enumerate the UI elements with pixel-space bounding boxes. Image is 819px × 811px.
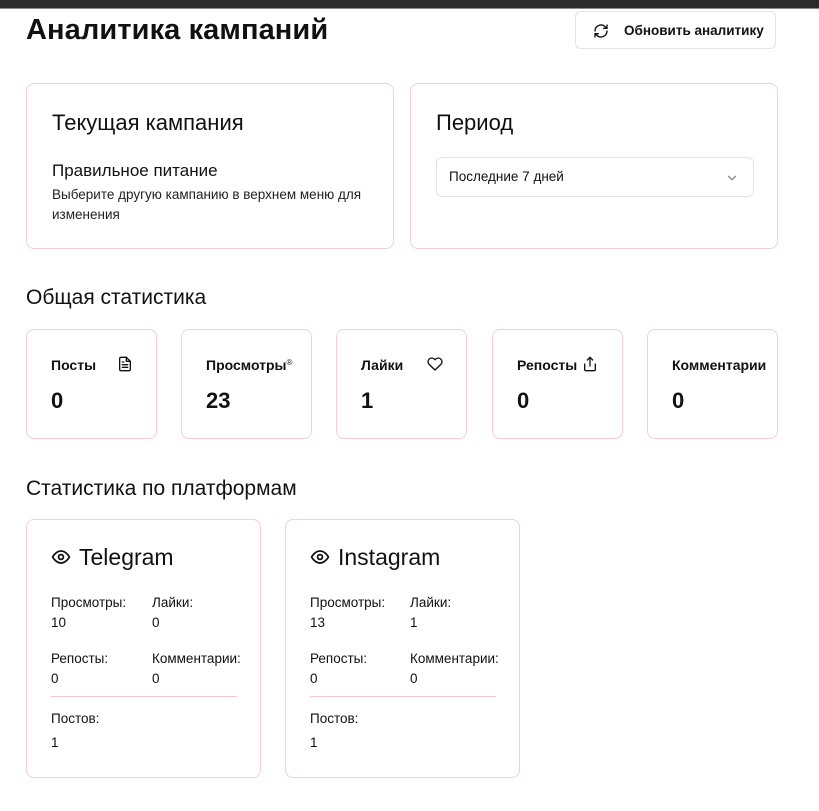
heart-icon: [427, 357, 443, 371]
reposts-value: 0: [51, 671, 59, 686]
likes-label: Лайки:: [152, 595, 194, 610]
comments-value: 0: [410, 671, 418, 686]
refresh-analytics-button[interactable]: Обновить аналитику: [575, 11, 776, 49]
divider: [310, 696, 496, 697]
current-campaign-heading: Текущая кампания: [52, 110, 244, 135]
period-select[interactable]: Последние 7 дней: [436, 157, 754, 197]
views-value: 13: [310, 615, 326, 630]
stat-value-likes: 1: [361, 388, 374, 413]
period-card: Период Последние 7 дней: [410, 83, 778, 249]
platform-card-telegram: Telegram Просмотры: 10 Лайки: 0 Репосты:…: [26, 519, 261, 778]
reposts-label: Репосты:: [310, 651, 368, 666]
page-title: Аналитика кампаний: [26, 14, 329, 46]
stat-label-posts: Посты: [51, 357, 97, 373]
likes-label: Лайки:: [410, 595, 452, 610]
stat-value-reposts: 0: [517, 388, 530, 413]
platform-stats-title: Статистика по платформам: [26, 477, 297, 500]
period-heading: Период: [436, 110, 514, 135]
stat-label-views: Просмотры®: [206, 357, 293, 373]
registered-mark: ®: [286, 358, 293, 367]
browser-top-bar: [0, 0, 819, 9]
platform-name: Telegram: [79, 544, 174, 570]
comments-label: Комментарии:: [410, 651, 499, 666]
views-value: 10: [51, 615, 67, 630]
divider: [51, 696, 237, 697]
stat-value-posts: 0: [51, 388, 64, 413]
platform-card-instagram: Instagram Просмотры: 13 Лайки: 1 Репосты…: [285, 519, 520, 778]
stat-card-likes: Лайки 1: [336, 329, 467, 439]
document-icon: [119, 356, 131, 372]
campaign-hint: Выберите другую кампанию в верхнем меню …: [52, 187, 362, 222]
posts-value: 1: [310, 735, 318, 750]
stat-value-views: 23: [206, 388, 231, 413]
posts-value: 1: [51, 735, 59, 750]
refresh-icon: [594, 24, 608, 38]
stat-card-comments: Комментарии 0: [647, 329, 778, 439]
comments-value: 0: [152, 671, 160, 686]
stat-card-reposts: Репосты 0: [492, 329, 623, 439]
eye-icon: [310, 550, 330, 564]
period-selected-value: Последние 7 дней: [449, 169, 564, 184]
stat-card-views: Просмотры® 23: [181, 329, 312, 439]
stat-label-likes: Лайки: [361, 357, 404, 373]
refresh-analytics-label: Обновить аналитику: [624, 23, 764, 38]
reposts-label: Репосты:: [51, 651, 109, 666]
likes-value: 1: [410, 615, 418, 630]
likes-value: 0: [152, 615, 160, 630]
current-campaign-card: Текущая кампания Правильное питание Выбе…: [26, 83, 394, 249]
chevron-down-icon: [727, 175, 737, 181]
stat-card-posts: Посты 0: [26, 329, 157, 439]
comments-label: Комментарии:: [152, 651, 241, 666]
reposts-value: 0: [310, 671, 318, 686]
stat-label-comments: Комментарии: [672, 357, 767, 373]
stat-value-comments: 0: [672, 388, 685, 413]
eye-icon: [51, 550, 71, 564]
posts-label: Постов:: [51, 711, 100, 726]
stat-label-reposts: Репосты: [517, 357, 578, 373]
platform-name: Instagram: [338, 544, 441, 570]
posts-label: Постов:: [310, 711, 359, 726]
campaign-name: Правильное питание: [52, 161, 218, 180]
share-icon: [584, 356, 596, 372]
views-label: Просмотры:: [310, 595, 386, 610]
overall-stats-title: Общая статистика: [26, 286, 207, 309]
views-label: Просмотры:: [51, 595, 127, 610]
